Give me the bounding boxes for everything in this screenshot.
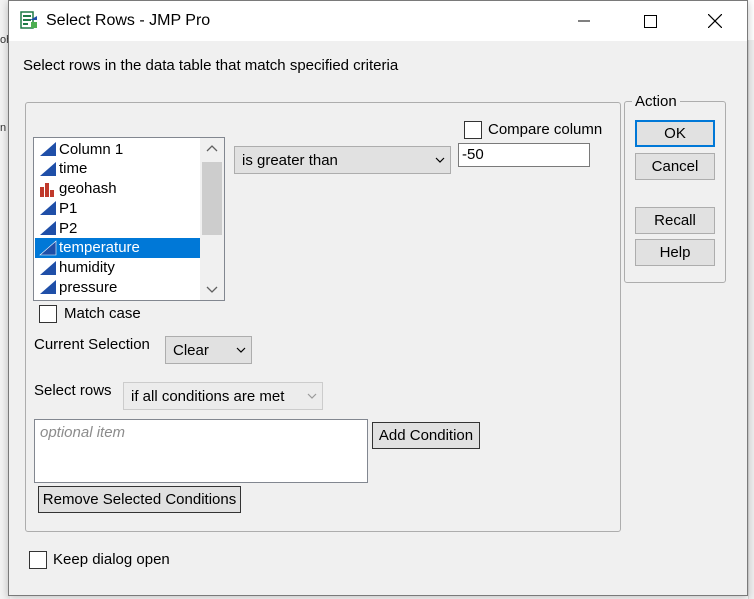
compare-column-checkbox[interactable] <box>464 121 482 139</box>
match-case-checkbox[interactable] <box>39 305 57 323</box>
operator-value: is greater than <box>242 152 338 169</box>
close-icon <box>708 14 722 28</box>
chevron-up-icon <box>206 145 218 152</box>
column-list-item[interactable]: P2 <box>35 218 200 238</box>
column-name: geohash <box>59 180 117 197</box>
column-list-item[interactable]: temperature <box>35 237 200 258</box>
operator-dropdown[interactable]: is greater than <box>234 146 451 174</box>
continuous-icon <box>40 280 56 295</box>
column-list-scrollbar[interactable] <box>200 138 224 300</box>
scroll-up-button[interactable] <box>200 138 224 158</box>
chevron-down-icon <box>307 393 317 399</box>
column-name: Column 1 <box>59 140 124 158</box>
column-name: P2 <box>59 219 78 237</box>
current-selection-dropdown[interactable]: Clear <box>165 336 252 364</box>
cancel-button[interactable]: Cancel <box>635 153 715 180</box>
maximize-icon <box>643 14 657 28</box>
jmp-app-icon <box>20 11 37 29</box>
dialog-body: Select rows in the data table that match… <box>9 41 747 595</box>
current-selection-value: Clear <box>173 342 209 359</box>
column-name: humidity <box>59 259 115 276</box>
maximize-button[interactable] <box>627 1 673 41</box>
column-list-item[interactable]: time <box>35 159 200 179</box>
column-list-item[interactable]: geohash <box>35 179 200 199</box>
window-title: Select Rows - JMP Pro <box>46 12 211 29</box>
recall-button[interactable]: Recall <box>635 207 715 234</box>
background-fragment: n <box>0 122 7 134</box>
minimize-icon <box>578 20 590 22</box>
action-legend: Action <box>632 93 680 110</box>
select-rows-label: Select rows <box>34 382 112 399</box>
continuous-icon <box>40 260 56 275</box>
continuous-icon <box>40 221 56 235</box>
column-list-item[interactable]: humidity <box>35 258 200 278</box>
nominal-icon <box>40 182 54 197</box>
scroll-down-button[interactable] <box>200 280 224 300</box>
conditions-placeholder: optional item <box>40 424 126 441</box>
column-list-item[interactable]: P1 <box>35 198 200 218</box>
ok-button[interactable]: OK <box>635 120 715 147</box>
compare-column-label: Compare column <box>488 121 603 138</box>
continuous-icon <box>40 201 56 216</box>
continuous-icon <box>40 161 56 176</box>
current-selection-label: Current Selection <box>34 336 150 353</box>
continuous-icon <box>39 240 57 256</box>
column-list[interactable]: Column 1 time geohash P1 P2 temperature humidi… <box>33 137 225 301</box>
chevron-down-icon <box>206 286 218 293</box>
column-name: P1 <box>59 199 78 217</box>
column-list-item[interactable]: Column 1 <box>35 139 200 159</box>
title-bar[interactable]: Select Rows - JMP Pro <box>9 1 747 41</box>
remove-selected-conditions-button[interactable]: Remove Selected Conditions <box>38 486 241 513</box>
continuous-icon <box>40 142 56 156</box>
select-rows-dropdown[interactable]: if all conditions are met <box>123 382 323 410</box>
column-name: pressure <box>59 278 118 296</box>
column-name: time <box>59 160 88 178</box>
chevron-down-icon <box>435 157 445 163</box>
column-name: temperature <box>59 239 140 257</box>
column-list-item[interactable]: pressure <box>35 277 200 297</box>
chevron-down-icon <box>236 347 246 353</box>
conditions-list[interactable]: optional item <box>34 419 368 483</box>
background-window-edge-right <box>748 40 754 599</box>
keep-dialog-open-checkbox[interactable] <box>29 551 47 569</box>
select-rows-dialog: Select Rows - JMP Pro Select rows in the… <box>8 0 748 596</box>
add-condition-button[interactable]: Add Condition <box>372 422 480 449</box>
close-button[interactable] <box>692 1 738 41</box>
minimize-button[interactable] <box>561 1 607 41</box>
select-rows-value: if all conditions are met <box>131 388 285 405</box>
match-case-label: Match case <box>64 305 141 322</box>
scroll-thumb[interactable] <box>202 162 222 235</box>
instructions-text: Select rows in the data table that match… <box>23 57 399 74</box>
help-button[interactable]: Help <box>635 239 715 266</box>
criteria-value-input[interactable]: -50 <box>458 143 590 167</box>
keep-dialog-open-label: Keep dialog open <box>53 551 170 568</box>
